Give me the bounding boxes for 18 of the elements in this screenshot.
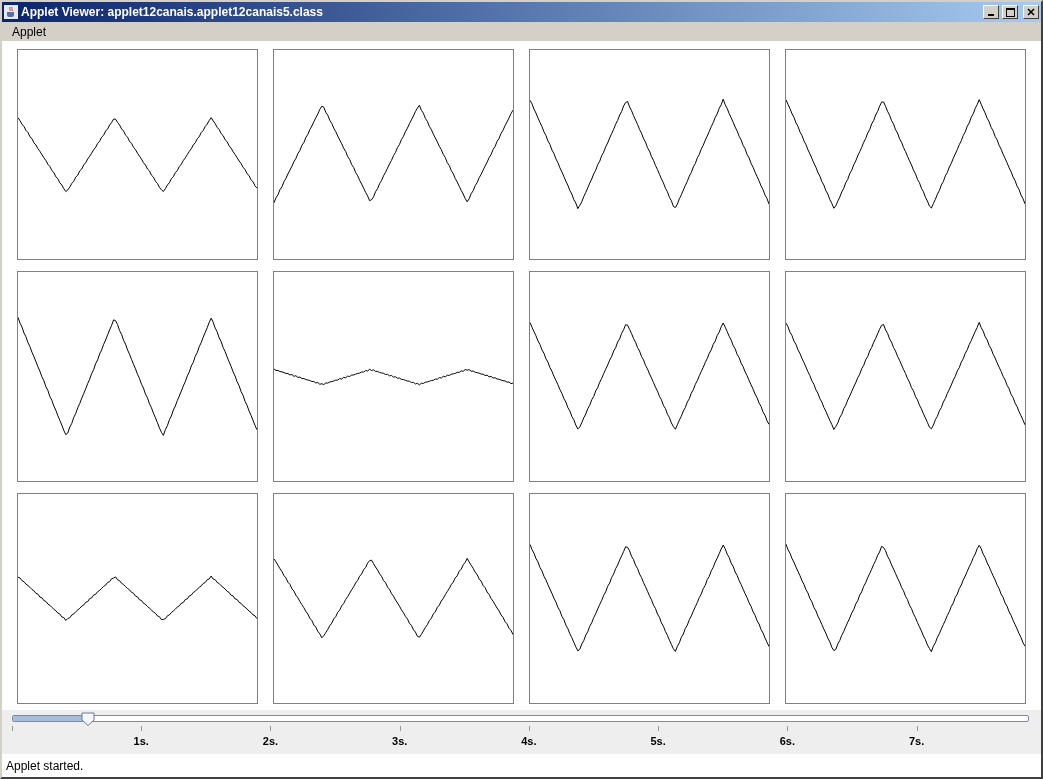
menu-item[interactable]: Applet (6, 24, 53, 39)
tick-label: 3s. (392, 734, 408, 747)
tick-label: 7s. (908, 734, 925, 747)
tick-label: 4s. (521, 734, 537, 747)
close-button[interactable] (1023, 5, 1039, 19)
slider-thumb[interactable] (81, 712, 96, 726)
minimize-button[interactable] (983, 5, 999, 19)
close-icon (1027, 8, 1035, 16)
tick-label: 1s. (133, 734, 149, 747)
status-text: Applet started. (2, 754, 1041, 777)
tick-label: 6s. (779, 734, 795, 747)
time-slider[interactable]: 1s. 2s. 3s. 4s. 5s. 6s. 7s. (2, 710, 1041, 754)
window-title: Applet Viewer: applet12canais.applet12canais5.class (21, 5, 324, 19)
tick-label: 2s. (262, 734, 279, 747)
maximize-icon (1005, 7, 1015, 17)
maximize-button[interactable] (1002, 5, 1018, 19)
tick-label: 5s. (650, 734, 666, 747)
coffee-cup-icon (4, 5, 18, 19)
